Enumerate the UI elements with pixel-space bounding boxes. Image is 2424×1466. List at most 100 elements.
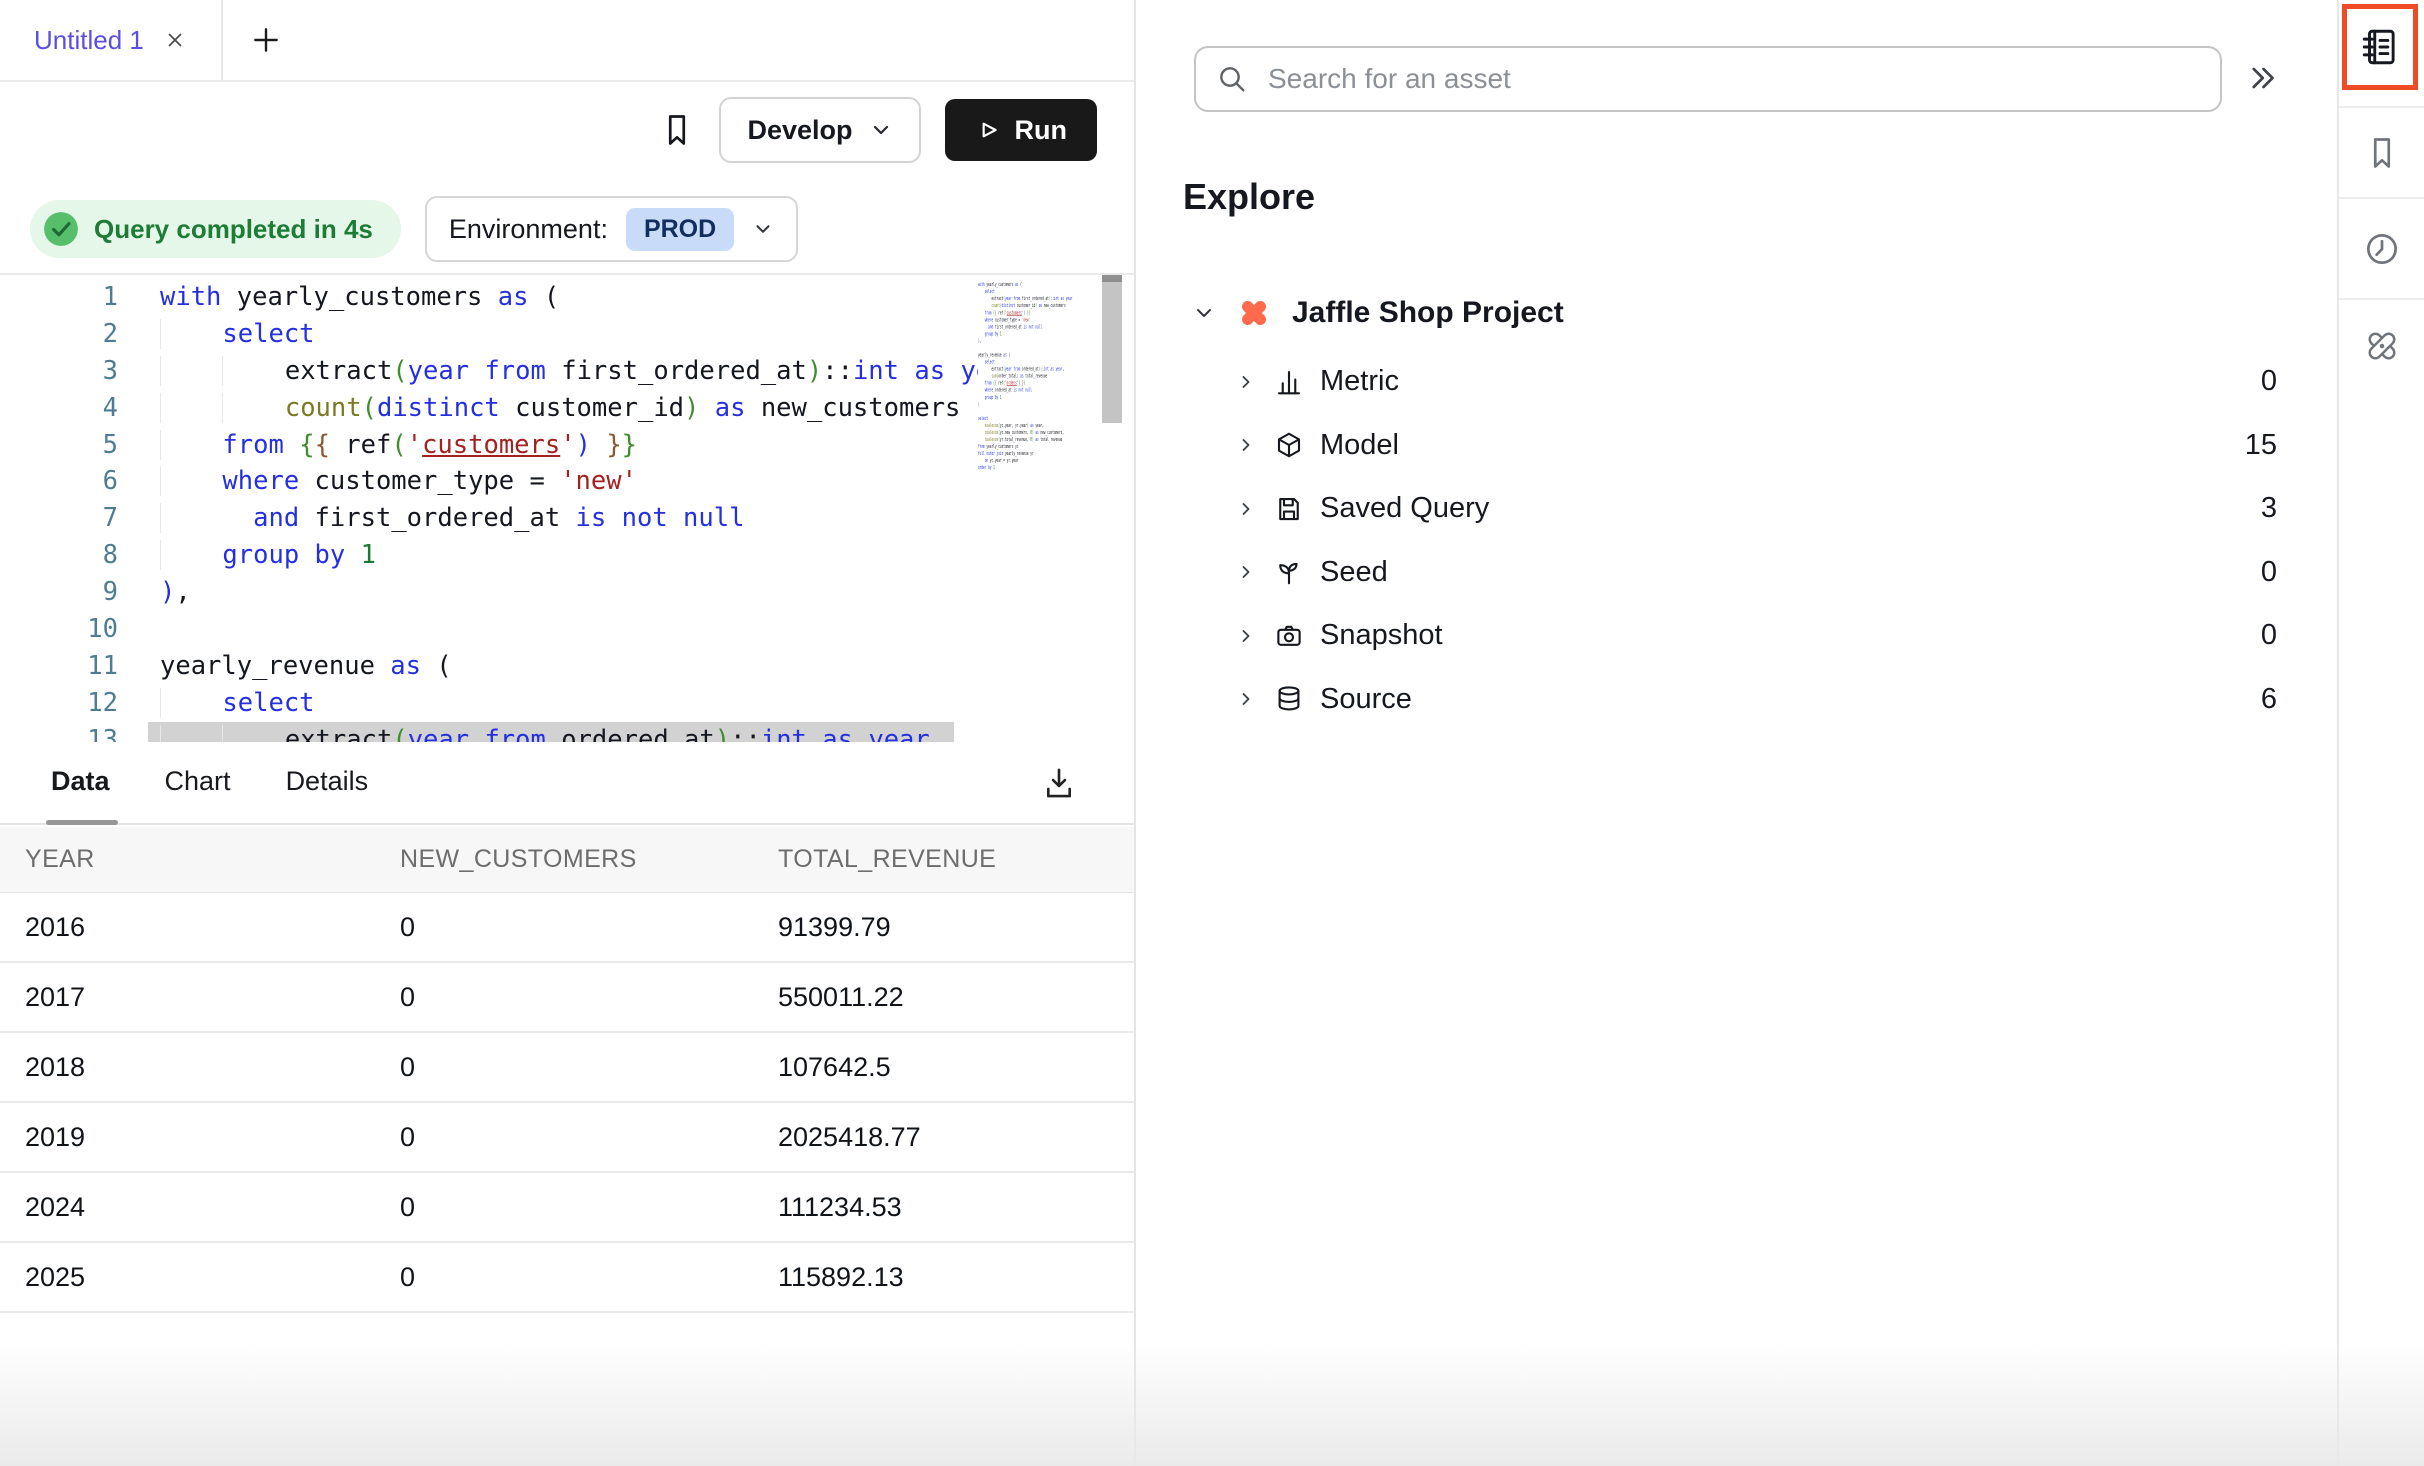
minimap[interactable]: with yearly_customers as ( select extrac… bbox=[978, 281, 1100, 739]
seed-icon bbox=[1274, 557, 1306, 587]
code-line[interactable]: 5 from {{ ref('customers') }} bbox=[0, 427, 1134, 464]
rail-item-catalog[interactable] bbox=[2339, 0, 2424, 108]
explore-panel: Explore Jaffle Shop Project Metric0Model… bbox=[1136, 0, 2337, 1466]
table-cell: 0 bbox=[400, 982, 778, 1013]
item-count: 15 bbox=[2245, 429, 2277, 462]
explore-title: Explore bbox=[1183, 176, 1315, 218]
play-icon bbox=[975, 117, 1001, 143]
chevron-right-icon[interactable] bbox=[1236, 689, 1256, 709]
code-line[interactable]: 13 extract(year from ordered_at)::int as… bbox=[0, 722, 1134, 742]
tab-label: Untitled 1 bbox=[34, 25, 144, 56]
code-line[interactable]: 9), bbox=[0, 574, 1134, 611]
tree-item-source[interactable]: Source6 bbox=[1136, 668, 2337, 732]
tree-item-label: Snapshot bbox=[1320, 619, 1443, 652]
asset-search-input[interactable] bbox=[1266, 62, 2200, 96]
header-cell: NEW_CUSTOMERS bbox=[400, 845, 778, 874]
header-cell: TOTAL_REVENUE bbox=[778, 845, 1134, 874]
source-icon bbox=[1274, 684, 1306, 714]
code-line[interactable]: 6 where customer_type = 'new' bbox=[0, 463, 1134, 500]
item-count: 0 bbox=[2261, 365, 2277, 398]
rail-item-dbt[interactable] bbox=[2339, 300, 2424, 392]
tab-divider bbox=[221, 0, 223, 80]
table-cell: 0 bbox=[400, 1262, 778, 1293]
code-line[interactable]: 10 bbox=[0, 611, 1134, 648]
environment-label: Environment: bbox=[449, 214, 608, 245]
download-button[interactable] bbox=[1040, 764, 1078, 809]
code-lines: 1with yearly_customers as (2 select3 ext… bbox=[0, 279, 1134, 742]
tab-untitled-1[interactable]: Untitled 1 bbox=[0, 0, 186, 80]
code-line[interactable]: 8 group by 1 bbox=[0, 537, 1134, 574]
minimap-code: with yearly_customers as ( select extrac… bbox=[978, 281, 1083, 471]
code-line[interactable]: 7 and first_ordered_at is not null bbox=[0, 500, 1134, 537]
rail-item-bookmarks[interactable] bbox=[2339, 108, 2424, 199]
code-line[interactable]: 1with yearly_customers as ( bbox=[0, 279, 1134, 316]
table-cell: 107642.5 bbox=[778, 1052, 1134, 1083]
tree-item-seed[interactable]: Seed0 bbox=[1136, 541, 2337, 605]
table-cell: 2025 bbox=[25, 1262, 400, 1293]
item-count: 3 bbox=[2261, 492, 2277, 525]
file-tab-bar: Untitled 1 bbox=[0, 0, 1134, 82]
code-line[interactable]: 4 count(distinct customer_id) as new_cus… bbox=[0, 390, 1134, 427]
chevron-right-icon[interactable] bbox=[1236, 435, 1256, 455]
chevron-right-icon[interactable] bbox=[1236, 372, 1256, 392]
tree-item-saved-query[interactable]: Saved Query3 bbox=[1136, 477, 2337, 541]
table-row: 201902025418.77 bbox=[0, 1103, 1134, 1173]
close-tab-icon[interactable] bbox=[164, 29, 186, 51]
rail-item-history[interactable] bbox=[2339, 199, 2424, 300]
metric-icon bbox=[1274, 367, 1306, 397]
table-cell: 2019 bbox=[25, 1122, 400, 1153]
environment-selector[interactable]: Environment: PROD bbox=[425, 196, 798, 262]
table-cell: 111234.53 bbox=[778, 1192, 1134, 1223]
project-row[interactable]: Jaffle Shop Project bbox=[1136, 288, 1564, 338]
table-cell: 91399.79 bbox=[778, 912, 1134, 943]
chevron-right-icon[interactable] bbox=[1236, 562, 1256, 582]
table-row: 20250115892.13 bbox=[0, 1243, 1134, 1313]
tree-item-snapshot[interactable]: Snapshot 0 bbox=[1136, 604, 2337, 668]
develop-dropdown[interactable]: Develop bbox=[719, 97, 920, 163]
code-editor[interactable]: 1with yearly_customers as (2 select3 ext… bbox=[0, 273, 1134, 742]
chevron-right-icon[interactable] bbox=[1236, 626, 1256, 646]
line-number: 2 bbox=[0, 316, 118, 353]
tab-data[interactable]: Data bbox=[51, 766, 110, 797]
chevron-down-icon bbox=[1192, 301, 1216, 325]
editor-scrollbar-cap bbox=[1102, 275, 1122, 282]
search-icon bbox=[1216, 63, 1248, 95]
line-number: 13 bbox=[0, 722, 118, 742]
code-line[interactable]: 3 extract(year from first_ordered_at)::i… bbox=[0, 353, 1134, 390]
bookmark-button[interactable] bbox=[659, 112, 695, 148]
table-cell: 0 bbox=[400, 1122, 778, 1153]
code-line[interactable]: 11yearly_revenue as ( bbox=[0, 648, 1134, 685]
line-number: 10 bbox=[0, 611, 118, 648]
line-number: 6 bbox=[0, 463, 118, 500]
table-row: 20170550011.22 bbox=[0, 963, 1134, 1033]
line-number: 7 bbox=[0, 500, 118, 537]
table-cell: 2016 bbox=[25, 912, 400, 943]
line-number: 12 bbox=[0, 685, 118, 722]
tree-item-metric[interactable]: Metric0 bbox=[1136, 350, 2337, 414]
query-status-badge: Query completed in 4s bbox=[30, 200, 401, 258]
status-row: Query completed in 4s Environment: PROD bbox=[30, 196, 798, 262]
code-line[interactable]: 2 select bbox=[0, 316, 1134, 353]
table-cell: 2017 bbox=[25, 982, 400, 1013]
asset-tree: Metric0Model15Saved Query3Seed0 Snapshot 0… bbox=[1136, 350, 2337, 731]
tab-chart[interactable]: Chart bbox=[165, 766, 231, 797]
editor-toolbar: Develop Run bbox=[0, 80, 1134, 180]
code-line[interactable]: 12 select bbox=[0, 685, 1134, 722]
editor-scrollbar[interactable] bbox=[1102, 275, 1122, 423]
tree-item-model[interactable]: Model15 bbox=[1136, 414, 2337, 478]
tab-details[interactable]: Details bbox=[286, 766, 369, 797]
run-button[interactable]: Run bbox=[945, 99, 1097, 161]
chevron-right-icon[interactable] bbox=[1236, 499, 1256, 519]
run-label: Run bbox=[1015, 115, 1067, 146]
line-number: 4 bbox=[0, 390, 118, 427]
collapse-panel-button[interactable] bbox=[2244, 60, 2280, 101]
panel-divider bbox=[1134, 0, 1136, 1466]
snapshot-icon bbox=[1274, 621, 1306, 651]
new-tab-button[interactable] bbox=[238, 0, 294, 80]
check-circle-icon bbox=[42, 210, 80, 248]
plus-icon bbox=[250, 24, 282, 56]
bookmark-icon bbox=[659, 112, 695, 148]
item-count: 6 bbox=[2261, 683, 2277, 716]
table-row: 2016091399.79 bbox=[0, 893, 1134, 963]
item-count: 0 bbox=[2261, 619, 2277, 652]
